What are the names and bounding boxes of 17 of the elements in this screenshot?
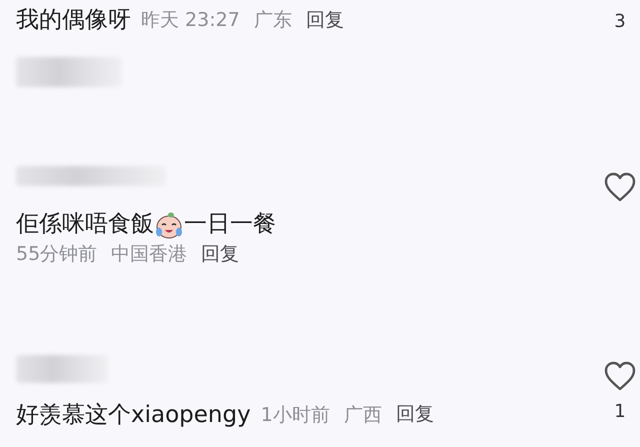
comment-location: 广西 [344, 402, 382, 428]
like-count: 3 [614, 12, 626, 32]
comment-location: 中国香港 [111, 242, 188, 268]
reply-link[interactable]: 回复 [306, 6, 344, 34]
like-icon[interactable] [603, 171, 637, 203]
comment-time: 55分钟前 [16, 242, 98, 268]
reply-link[interactable]: 回复 [396, 400, 434, 429]
comment-text: 佢係咪唔食飯 一日一餐 [16, 208, 276, 240]
like-count: 1 [614, 402, 626, 422]
emoji-icon [154, 210, 184, 240]
like-icon[interactable] [603, 360, 637, 392]
reply-link[interactable]: 回复 [201, 240, 240, 268]
comment-location: 广东 [254, 8, 292, 33]
comment-text: 我的偶像呀 [16, 6, 131, 35]
comment-time: 昨天 23:27 [141, 8, 240, 33]
comment-time: 1小时前 [260, 402, 330, 428]
comment-text: 好羡慕这个xiaopengy [16, 400, 251, 430]
